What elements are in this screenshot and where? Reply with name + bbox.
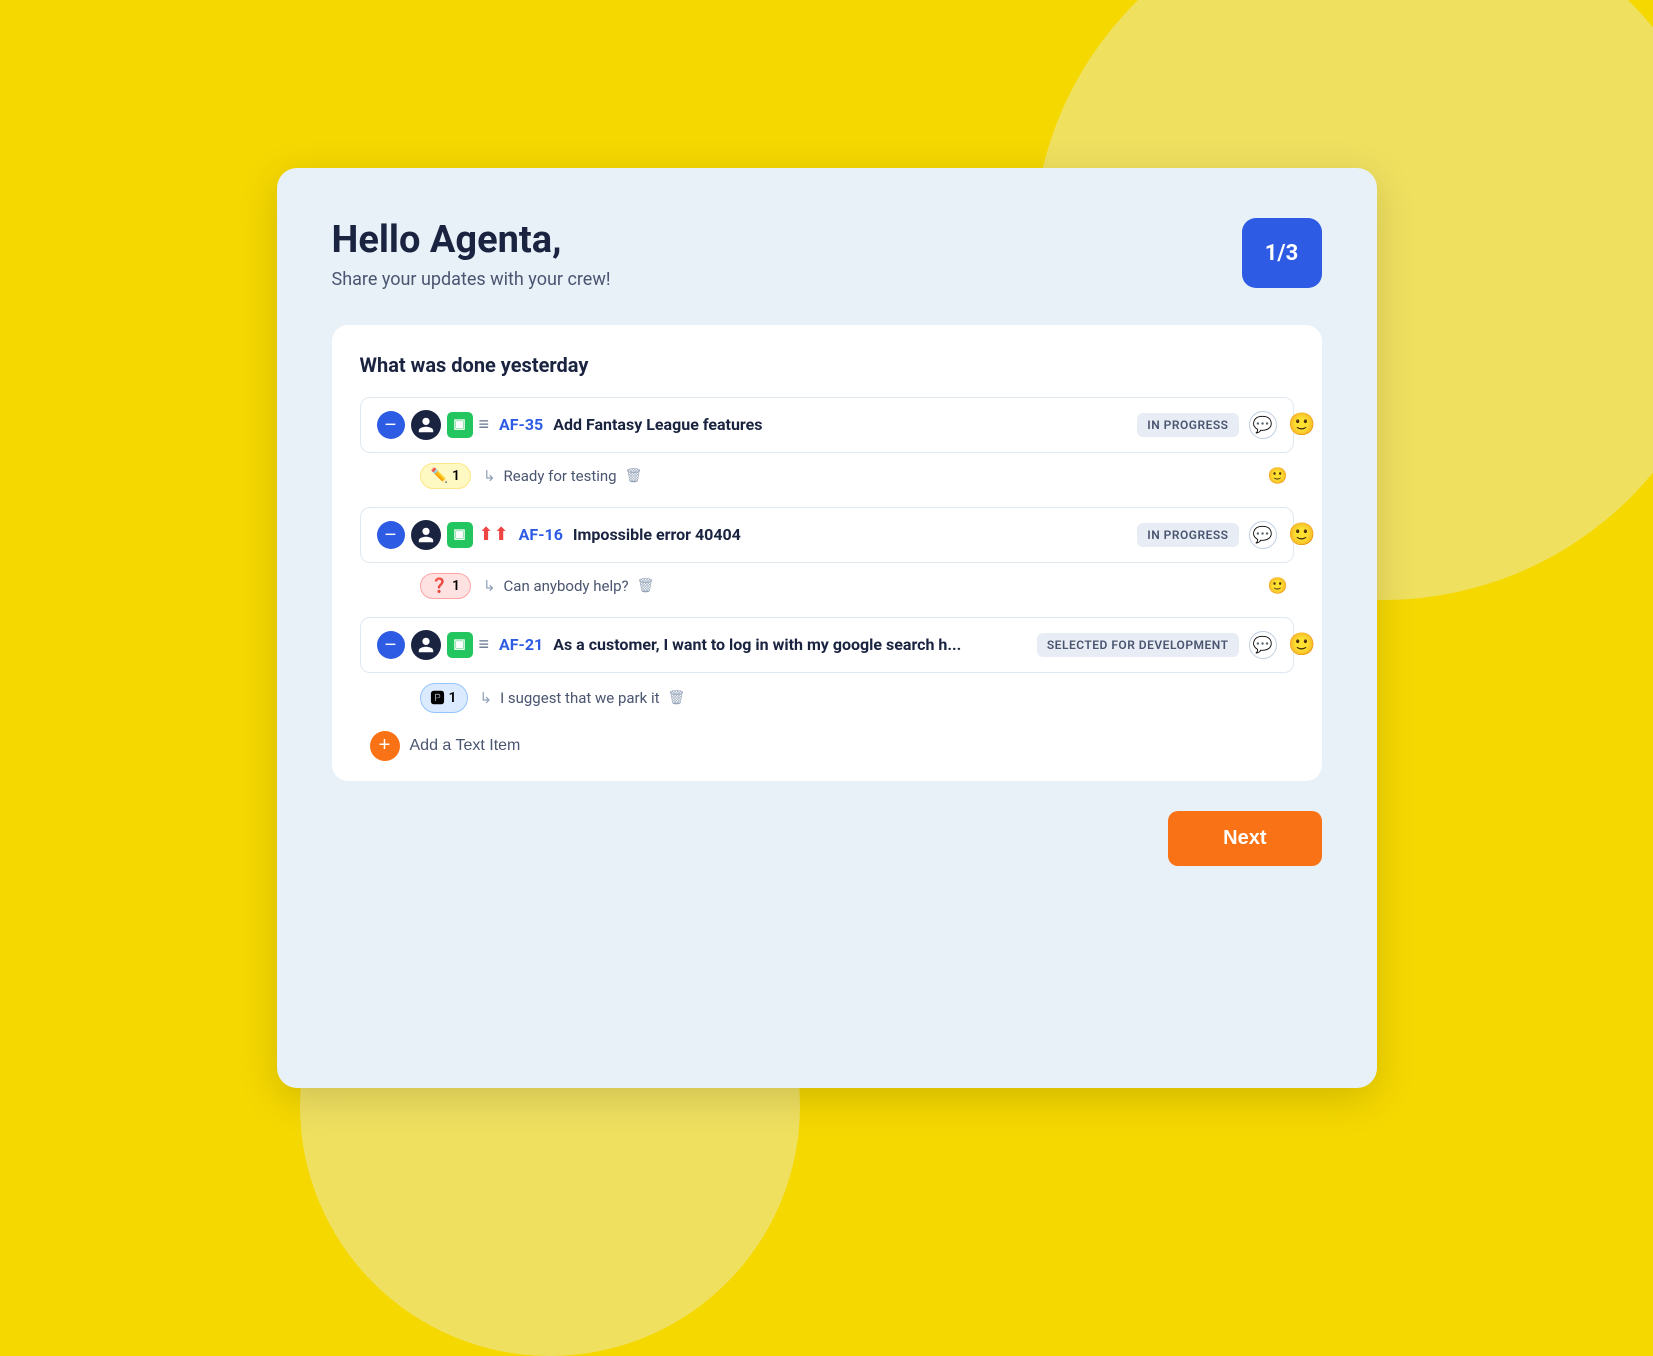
task-block-1: − ▣ ≡ AF-35 Add Fantasy League features … (360, 397, 1294, 489)
task-id-3: AF-21 (499, 635, 543, 654)
avatar-3 (411, 630, 441, 660)
add-text-row: + Add a Text Item (360, 731, 1294, 761)
greeting-block: Hello Agenta, Share your updates with yo… (332, 218, 611, 290)
task-row-3: − ▣ ≡ AF-21 As a customer, I want to log… (360, 617, 1294, 673)
task-type-icon-2: ▣ (447, 522, 473, 548)
trash-icon-3[interactable]: 🗑 (668, 690, 686, 706)
task-row-wrapper-3: − ▣ ≡ AF-21 As a customer, I want to log… (360, 617, 1294, 673)
task-title-1: Add Fantasy League features (553, 415, 1137, 434)
note-emoji-3: 🅿 (431, 688, 445, 708)
note-text-1: Ready for testing (504, 467, 617, 485)
emoji-add-2[interactable]: 🙂 (1288, 522, 1315, 547)
task-title-3: As a customer, I want to log in with my … (553, 635, 1037, 654)
yesterday-section: What was done yesterday − ▣ ≡ AF-35 Add … (332, 325, 1322, 781)
section-title: What was done yesterday (360, 353, 1294, 377)
main-modal: Hello Agenta, Share your updates with yo… (277, 168, 1377, 1088)
comment-button-2[interactable]: 💬 (1249, 521, 1277, 549)
add-circle-icon: + (370, 731, 400, 761)
task-title-2: Impossible error 40404 (573, 525, 1137, 544)
task-id-1: AF-35 (499, 415, 543, 434)
add-text-label: Add a Text Item (410, 737, 521, 755)
task-row-2: − ▣ ⬆⬆ AF-16 Impossible error 40404 IN P… (360, 507, 1294, 563)
task-row-wrapper-1: − ▣ ≡ AF-35 Add Fantasy League features … (360, 397, 1294, 453)
remove-button-2[interactable]: − (377, 521, 405, 549)
status-badge-2: IN PROGRESS (1137, 523, 1238, 547)
note-emoji-right-1[interactable]: 🙂 (1268, 466, 1294, 485)
note-badge-1: ✏️ 1 (420, 463, 471, 489)
status-badge-3: SELECTED FOR DEVELOPMENT (1037, 633, 1239, 657)
task-row-1: − ▣ ≡ AF-35 Add Fantasy League features … (360, 397, 1294, 453)
status-badge-1: IN PROGRESS (1137, 413, 1238, 437)
note-arrow-1: ↳ (483, 467, 496, 485)
note-emoji-1: ✏️ (431, 468, 448, 484)
task-block-3: − ▣ ≡ AF-21 As a customer, I want to log… (360, 617, 1294, 713)
note-count-1: 1 (452, 468, 460, 484)
note-arrow-3: ↳ (480, 689, 493, 707)
trash-icon-1[interactable]: 🗑 (625, 468, 643, 484)
priority-icon-1: ≡ (479, 414, 490, 435)
remove-button-1[interactable]: − (377, 411, 405, 439)
greeting-subtitle: Share your updates with your crew! (332, 269, 611, 290)
note-count-3: 1 (449, 690, 457, 706)
remove-button-3[interactable]: − (377, 631, 405, 659)
task-note-row-3: 🅿 1 ↳ I suggest that we park it 🗑 (360, 683, 1294, 713)
priority-icon-3: ≡ (479, 634, 490, 655)
task-type-icon-3: ▣ (447, 632, 473, 658)
add-text-button[interactable]: + Add a Text Item (370, 731, 521, 761)
emoji-add-1[interactable]: 🙂 (1288, 412, 1315, 437)
next-btn-container: Next (332, 811, 1322, 866)
note-badge-2: ❓ 1 (420, 573, 471, 599)
note-emoji-2: ❓ (431, 578, 448, 594)
note-badge-3: 🅿 1 (420, 683, 468, 713)
note-count-2: 1 (452, 578, 460, 594)
avatar-2 (411, 520, 441, 550)
task-type-icon-1: ▣ (447, 412, 473, 438)
comment-button-1[interactable]: 💬 (1249, 411, 1277, 439)
task-row-wrapper-2: − ▣ ⬆⬆ AF-16 Impossible error 40404 IN P… (360, 507, 1294, 563)
note-text-2: Can anybody help? (504, 577, 629, 595)
note-arrow-2: ↳ (483, 577, 496, 595)
modal-header: Hello Agenta, Share your updates with yo… (332, 218, 1322, 290)
priority-icon-2: ⬆⬆ (479, 524, 509, 545)
task-note-row-2: ❓ 1 ↳ Can anybody help? 🗑 🙂 (360, 573, 1294, 599)
emoji-add-3[interactable]: 🙂 (1288, 632, 1315, 657)
page-badge: 1/3 (1242, 218, 1322, 288)
next-button[interactable]: Next (1168, 811, 1321, 866)
note-emoji-right-2[interactable]: 🙂 (1268, 576, 1294, 595)
greeting-title: Hello Agenta, (332, 218, 611, 264)
comment-button-3[interactable]: 💬 (1249, 631, 1277, 659)
task-block-2: − ▣ ⬆⬆ AF-16 Impossible error 40404 IN P… (360, 507, 1294, 599)
trash-icon-2[interactable]: 🗑 (637, 578, 655, 594)
note-text-3: I suggest that we park it (500, 689, 659, 707)
avatar-1 (411, 410, 441, 440)
task-note-row-1: ✏️ 1 ↳ Ready for testing 🗑 🙂 (360, 463, 1294, 489)
task-id-2: AF-16 (519, 525, 563, 544)
